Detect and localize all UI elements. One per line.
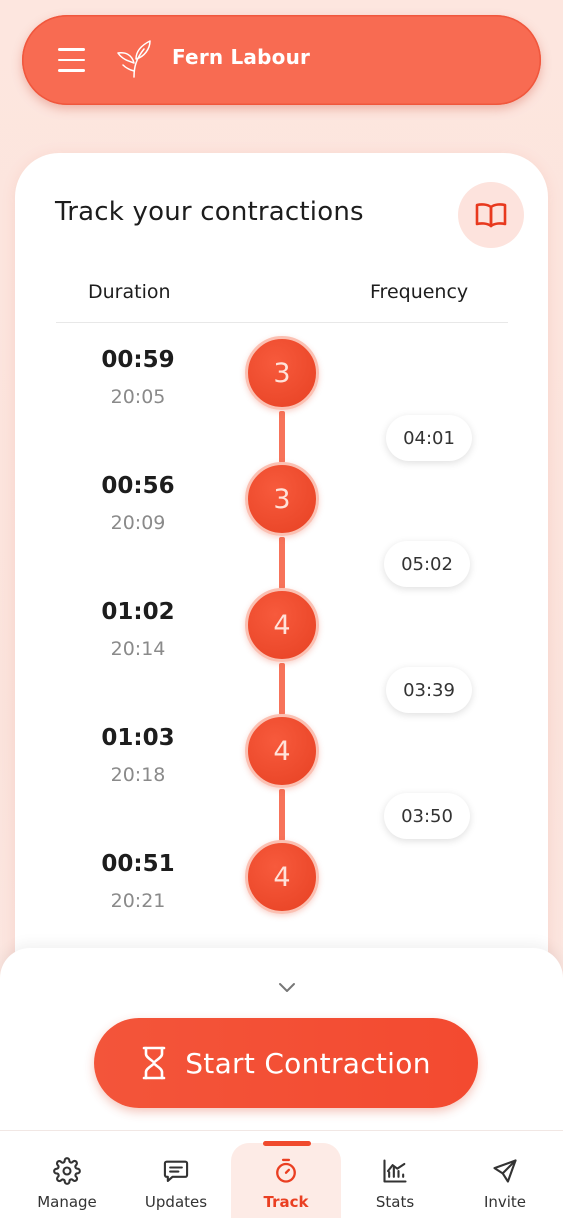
hourglass-icon bbox=[142, 1046, 166, 1080]
contraction-duration: 00:59 bbox=[101, 347, 175, 373]
contraction-duration: 00:56 bbox=[101, 473, 175, 499]
contraction-start-time: 20:21 bbox=[110, 890, 166, 912]
app-name: Fern Labour bbox=[172, 45, 311, 69]
nav-label: Updates bbox=[144, 1193, 208, 1211]
app-root: Fern Labour Track your contractions Dura… bbox=[0, 0, 563, 1218]
contraction-duration: 01:03 bbox=[101, 725, 175, 751]
nav-item-stats[interactable]: Stats bbox=[341, 1131, 449, 1218]
nav-label: Manage bbox=[37, 1193, 97, 1211]
timeline-connector bbox=[279, 411, 285, 463]
intensity-bubble[interactable]: 3 bbox=[245, 462, 319, 536]
start-contraction-button[interactable]: Start Contraction bbox=[94, 1018, 478, 1108]
timeline-connector bbox=[279, 789, 285, 841]
nav-item-updates[interactable]: Updates bbox=[122, 1131, 230, 1218]
chevron-down-icon[interactable] bbox=[277, 980, 297, 994]
contraction-start-time: 20:09 bbox=[110, 512, 166, 534]
contraction-timeline: 00:59 20:05 3 04:01 00:56 20:09 3 05:02 … bbox=[15, 153, 548, 1013]
nav-label: Track bbox=[263, 1193, 309, 1211]
contraction-start-time: 20:14 bbox=[110, 638, 166, 660]
nav-item-invite[interactable]: Invite bbox=[451, 1131, 559, 1218]
intensity-bubble[interactable]: 4 bbox=[245, 714, 319, 788]
frequency-pill: 05:02 bbox=[384, 541, 470, 587]
chart-icon bbox=[383, 1159, 407, 1183]
frequency-pill: 03:39 bbox=[386, 667, 472, 713]
message-icon bbox=[163, 1160, 189, 1182]
nav-item-manage[interactable]: Manage bbox=[13, 1131, 121, 1218]
contraction-start-time: 20:18 bbox=[110, 764, 166, 786]
nav-label: Invite bbox=[483, 1193, 527, 1211]
timeline-connector bbox=[279, 537, 285, 589]
nav-label: Stats bbox=[375, 1193, 415, 1211]
stopwatch-icon bbox=[276, 1158, 296, 1183]
app-header: Fern Labour bbox=[22, 15, 541, 105]
start-contraction-label: Start Contraction bbox=[185, 1046, 431, 1080]
contraction-duration: 01:02 bbox=[101, 599, 175, 625]
nav-item-track[interactable]: Track bbox=[232, 1131, 340, 1218]
frequency-pill: 03:50 bbox=[384, 793, 470, 839]
frequency-pill: 04:01 bbox=[386, 415, 472, 461]
contraction-duration: 00:51 bbox=[101, 851, 175, 877]
hamburger-menu-icon[interactable] bbox=[58, 48, 86, 72]
timeline-connector bbox=[279, 663, 285, 715]
leaf-logo-icon bbox=[117, 40, 151, 78]
bottom-navigation: Manage Updates Track Stats Invite bbox=[0, 1130, 563, 1218]
contraction-start-time: 20:05 bbox=[110, 386, 166, 408]
gear-icon bbox=[53, 1157, 81, 1185]
intensity-bubble[interactable]: 4 bbox=[245, 840, 319, 914]
send-icon bbox=[493, 1159, 517, 1183]
intensity-bubble[interactable]: 4 bbox=[245, 588, 319, 662]
intensity-bubble[interactable]: 3 bbox=[245, 336, 319, 410]
contractions-card: Track your contractions Duration Frequen… bbox=[15, 153, 548, 1013]
